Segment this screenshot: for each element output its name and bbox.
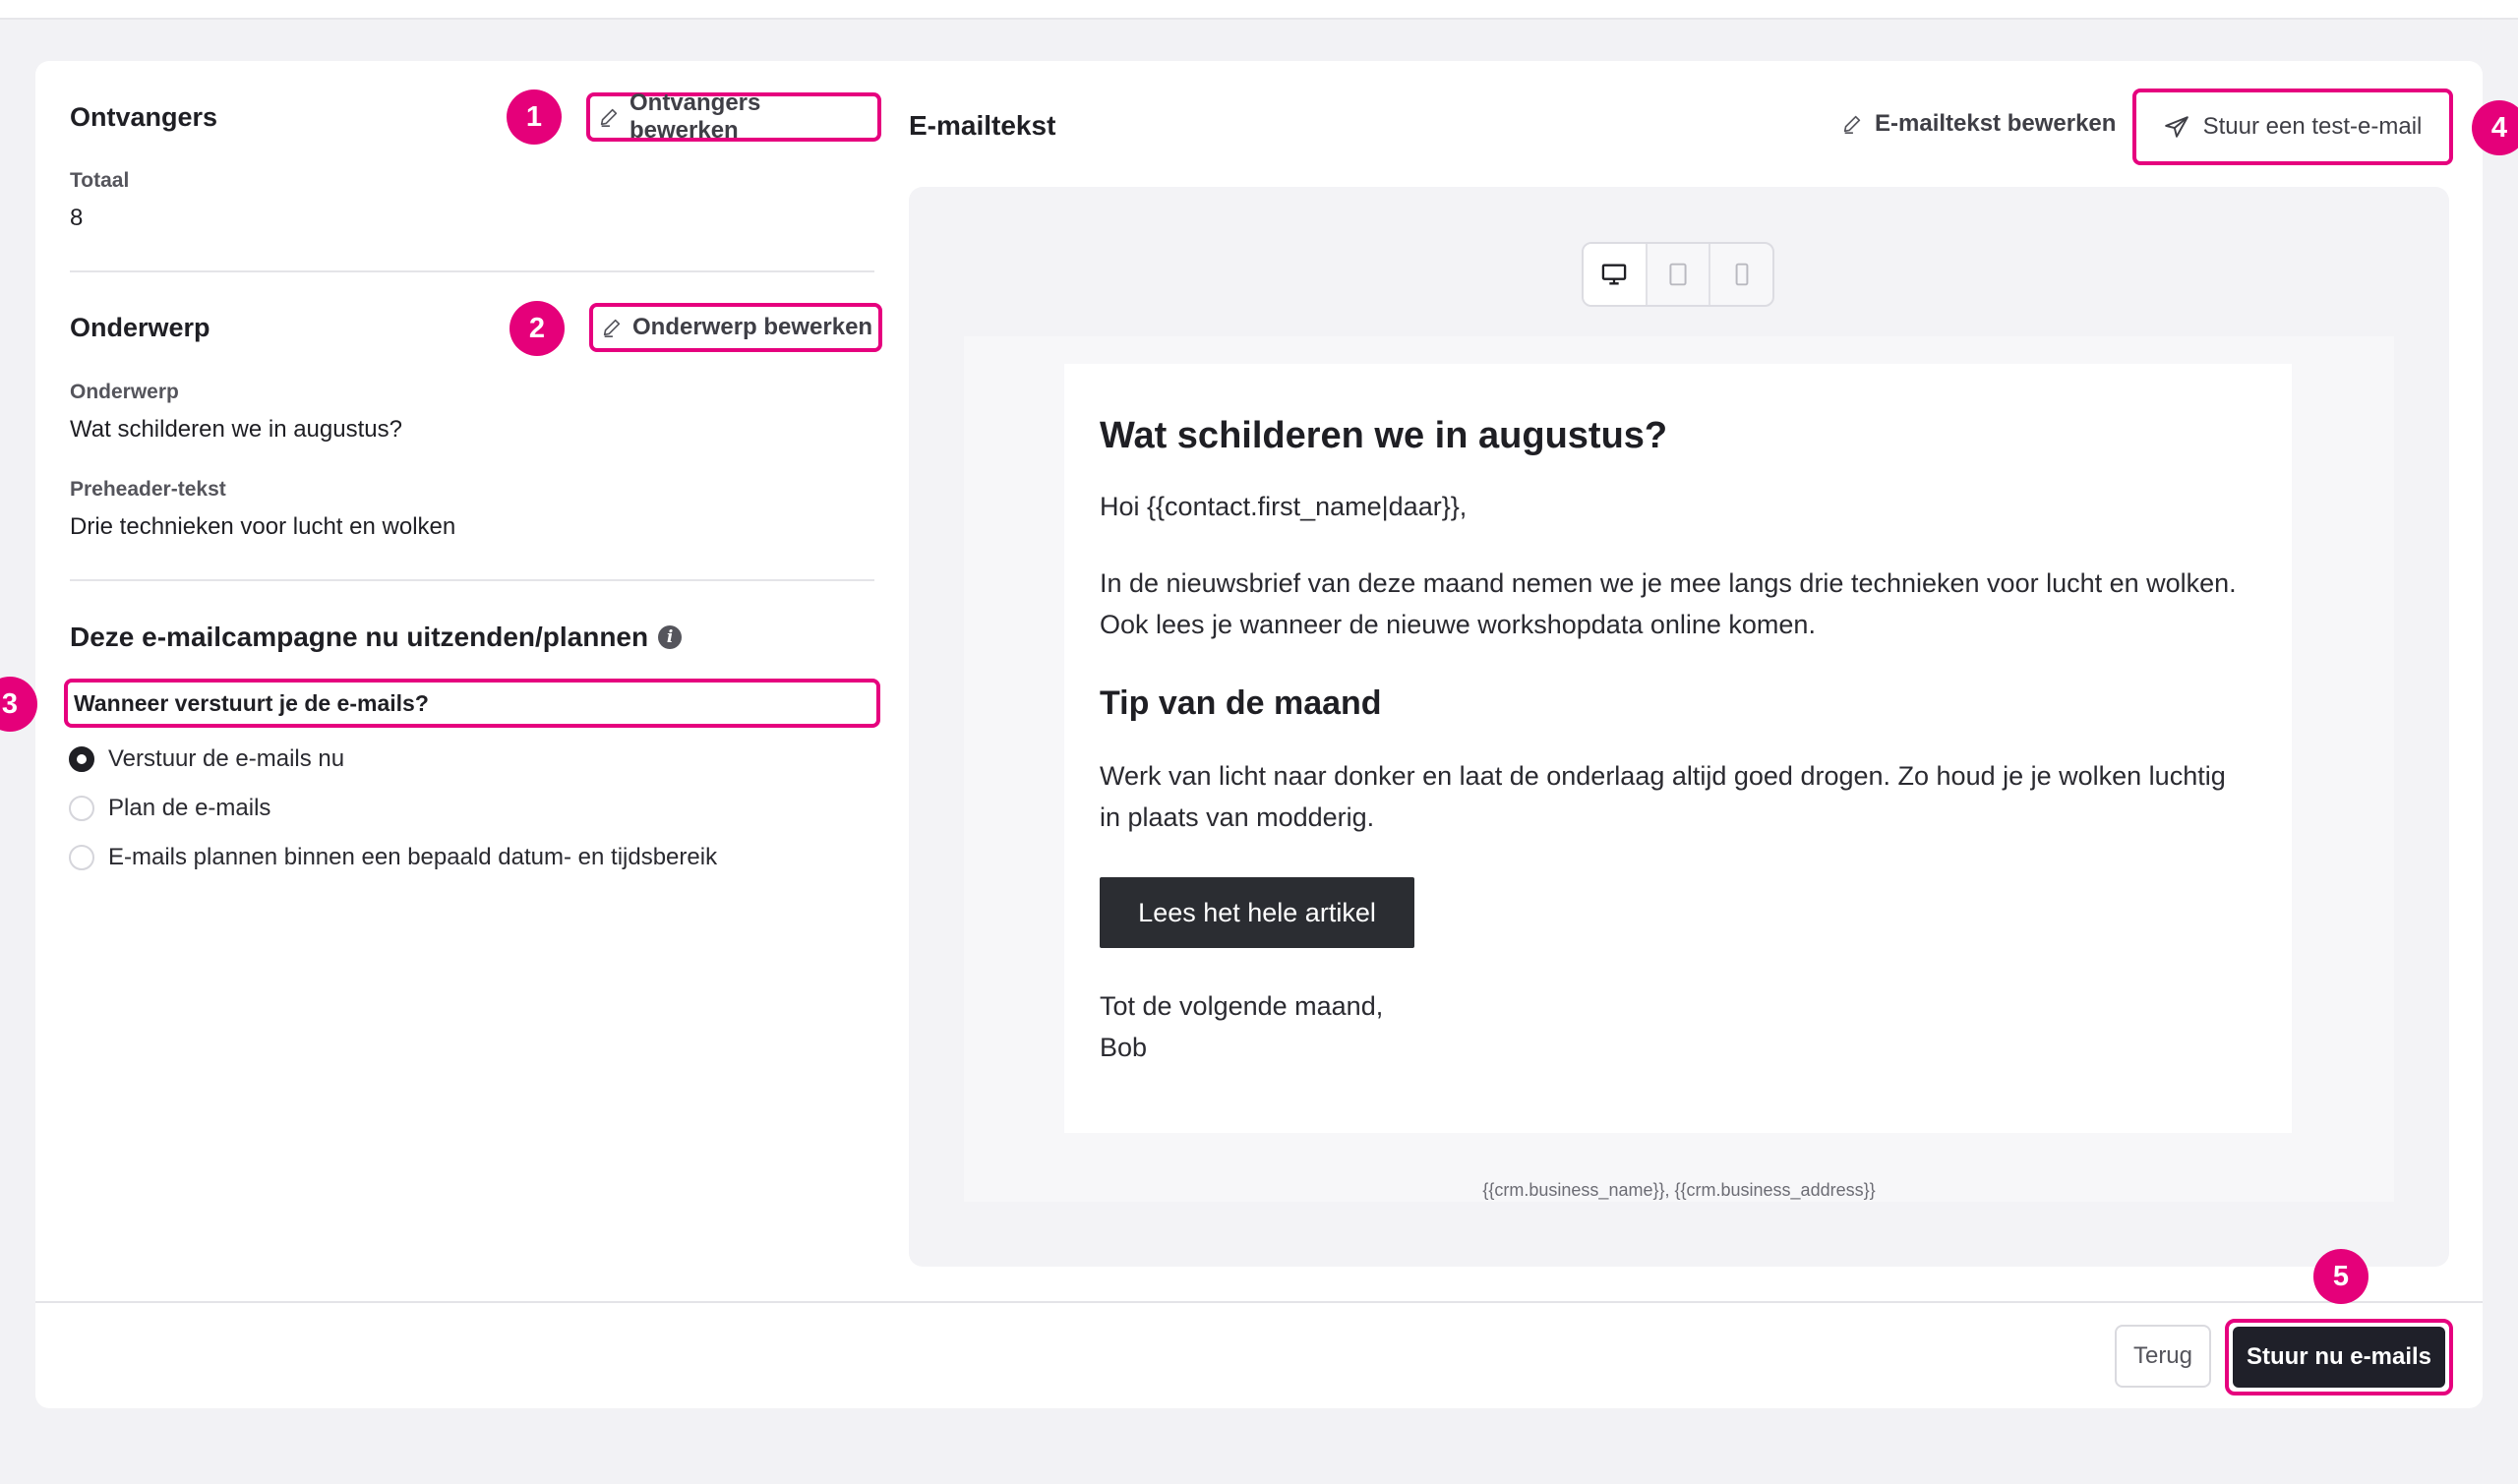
email-cta-button[interactable]: Lees het hele artikel — [1100, 877, 1414, 948]
schedule-header: Deze e-mailcampagne nu uitzenden/plannen… — [70, 622, 683, 653]
tablet-view-button[interactable] — [1648, 244, 1711, 305]
step-badge-4: 4 — [2472, 100, 2518, 155]
radio-send-now[interactable]: Verstuur de e-mails nu — [69, 745, 344, 773]
email-intro: In de nieuwsbrief van deze maand nemen w… — [1100, 568, 2237, 639]
edit-recipients-label: Ontvangers bewerken — [630, 89, 761, 144]
send-test-email-button[interactable]: Stuur een test-e-mail — [2132, 89, 2453, 165]
edit-email-body-label: E-mailtekst bewerken — [1875, 110, 2117, 137]
step-badge-1: 1 — [507, 89, 562, 145]
total-label: Totaal — [70, 169, 130, 192]
send-timing-question: Wanneer verstuurt je de e-mails? — [64, 679, 880, 728]
total-value: 8 — [70, 205, 84, 231]
email-preview-panel: Wat schilderen we in augustus? Hoi {{con… — [909, 187, 2449, 1267]
top-bar — [0, 0, 2518, 20]
edit-email-body-button[interactable]: E-mailtekst bewerken — [1841, 110, 2116, 138]
email-tip-text: Werk van licht naar donker en laat de on… — [1100, 761, 2226, 832]
email-signoff: Tot de volgende maand, Bob — [1100, 985, 2241, 1068]
radio-label: Plan de e-mails — [108, 795, 271, 821]
back-button[interactable]: Terug — [2115, 1325, 2211, 1388]
send-icon — [2164, 116, 2188, 138]
edit-subject-label: Onderwerp bewerken — [632, 314, 873, 340]
device-toggle — [1582, 242, 1774, 307]
radio-label: Verstuur de e-mails nu — [108, 745, 345, 772]
radio-schedule-range[interactable]: E-mails plannen binnen een bepaald datum… — [69, 844, 717, 871]
radio-button[interactable] — [69, 746, 94, 772]
email-signoff-line: Tot de volgende maand, — [1100, 991, 1384, 1021]
footer-divider — [35, 1301, 2483, 1303]
subject-field-label: Onderwerp — [70, 381, 179, 403]
desktop-icon — [1602, 264, 1627, 285]
email-canvas: Wat schilderen we in augustus? Hoi {{con… — [964, 336, 2394, 1202]
step-badge-5: 5 — [2313, 1249, 2368, 1304]
desktop-view-button[interactable] — [1584, 244, 1648, 305]
section-divider — [70, 579, 874, 581]
email-body-title: E-mailtekst — [909, 110, 1056, 141]
send-now-button[interactable]: Stuur nu e-mails — [2233, 1327, 2445, 1388]
email-footer-variables: {{crm.business_name}}, {{crm.business_ad… — [1482, 1180, 1876, 1200]
send-test-email-label: Stuur een test-e-mail — [2202, 113, 2423, 140]
email-signoff-name: Bob — [1100, 1033, 1148, 1062]
section-divider — [70, 270, 874, 272]
tablet-icon — [1669, 263, 1687, 286]
info-icon[interactable]: i — [658, 625, 683, 649]
mobile-view-button[interactable] — [1710, 244, 1772, 305]
subject-title: Onderwerp — [70, 313, 210, 342]
email-tip-heading: Tip van de maand — [1100, 684, 1382, 722]
recipients-title: Ontvangers — [70, 102, 218, 132]
mobile-icon — [1735, 263, 1749, 286]
schedule-title: Deze e-mailcampagne nu uitzenden/plannen — [70, 622, 649, 652]
radio-button[interactable] — [69, 796, 94, 821]
radio-label: E-mails plannen binnen een bepaald datum… — [108, 844, 718, 870]
pencil-icon — [1843, 115, 1861, 134]
email-heading: Wat schilderen we in augustus? — [1100, 415, 1668, 456]
preheader-label: Preheader-tekst — [70, 478, 226, 501]
subject-value: Wat schilderen we in augustus? — [70, 416, 402, 443]
send-now-button-highlight: Stuur nu e-mails — [2225, 1319, 2453, 1395]
pencil-icon — [600, 108, 618, 127]
pencil-icon — [603, 319, 621, 337]
radio-schedule[interactable]: Plan de e-mails — [69, 795, 270, 822]
step-badge-3: 3 — [0, 677, 37, 732]
edit-recipients-button[interactable]: Ontvangers bewerken — [586, 89, 881, 144]
preheader-value: Drie technieken voor lucht en wolken — [70, 513, 456, 540]
email-greeting: Hoi {{contact.first_name|daar}}, — [1100, 492, 1468, 521]
edit-subject-button[interactable]: Onderwerp bewerken — [589, 303, 882, 352]
email-content: Wat schilderen we in augustus? Hoi {{con… — [1064, 364, 2292, 1133]
step-badge-2: 2 — [510, 301, 565, 356]
radio-button[interactable] — [69, 845, 94, 870]
